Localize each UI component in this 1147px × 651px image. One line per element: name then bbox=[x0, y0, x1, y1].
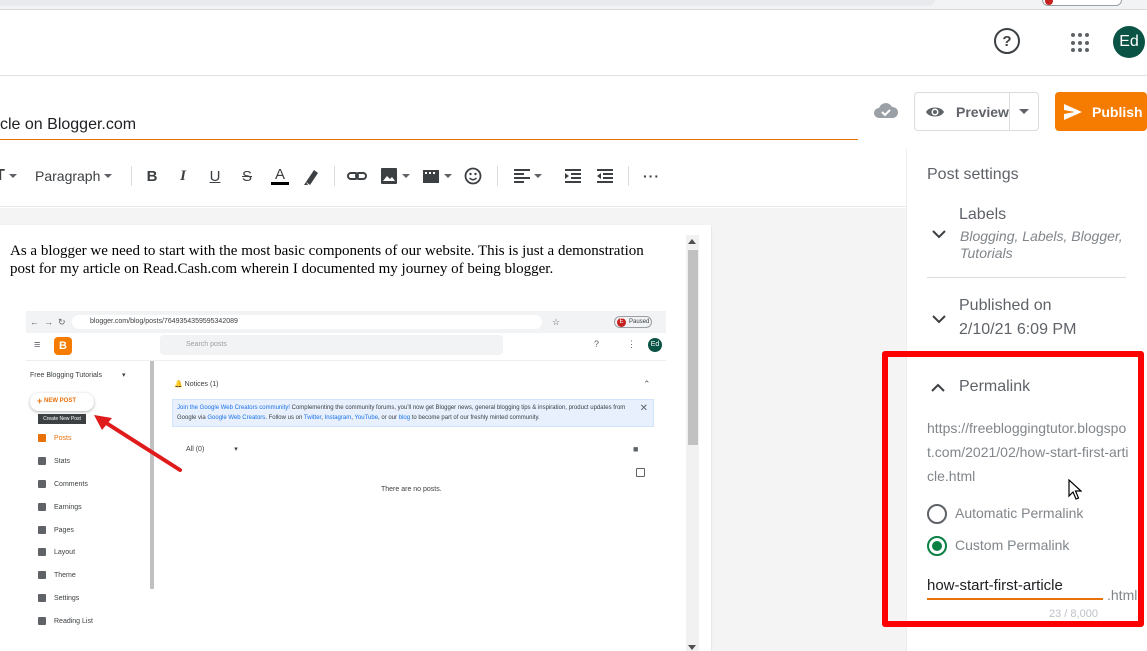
mini-tooltip: Create New Post bbox=[38, 414, 86, 424]
chevron-down-icon bbox=[534, 174, 542, 178]
mini-blog-selector: Free Blogging Tutorials ▾ bbox=[30, 372, 126, 379]
mini-filter-dropdown: All (0) ▾ bbox=[186, 446, 238, 453]
mini-browser-bar: ← → ↻ blogger.com/blog/posts/76493543595… bbox=[26, 311, 666, 333]
mini-apps-icon: ⋮ bbox=[627, 339, 636, 349]
emoji-icon[interactable] bbox=[464, 163, 482, 189]
chevron-down-icon bbox=[444, 174, 452, 178]
mini-empty-message: There are no posts. bbox=[381, 486, 442, 493]
preview-button[interactable]: Preview bbox=[914, 92, 1010, 131]
app-header: ? Ed bbox=[0, 10, 1147, 76]
video-insert-button[interactable] bbox=[422, 163, 452, 189]
toolbar-divider bbox=[334, 166, 335, 186]
section-divider bbox=[927, 277, 1126, 278]
extension-dot bbox=[1045, 0, 1053, 5]
preview-label: Preview bbox=[956, 103, 1009, 120]
send-icon bbox=[1064, 103, 1082, 120]
mini-help-icon: ? bbox=[594, 339, 600, 349]
text-color-icon[interactable]: A bbox=[270, 163, 290, 189]
mini-select-checkbox bbox=[636, 468, 645, 477]
mini-sidebar-comments: Comments bbox=[38, 480, 88, 488]
mini-address-bar: blogger.com/blog/posts/76493543595953420… bbox=[72, 315, 542, 329]
mini-close-icon: ✕ bbox=[639, 403, 648, 414]
italic-icon[interactable]: I bbox=[176, 163, 190, 189]
highlight-icon[interactable] bbox=[303, 163, 321, 189]
mini-back-icon: ← bbox=[30, 317, 39, 327]
post-body-paragraph[interactable]: As a blogger we need to start with the m… bbox=[10, 242, 670, 278]
mini-sidebar-posts: Posts bbox=[38, 434, 72, 442]
publish-label: Publish bbox=[1092, 103, 1143, 120]
formatting-toolbar bbox=[0, 149, 906, 207]
video-icon bbox=[423, 170, 439, 183]
chevron-down-icon[interactable] bbox=[932, 229, 946, 239]
underline-icon[interactable]: U bbox=[207, 163, 223, 189]
paragraph-label: Paragraph bbox=[35, 168, 101, 184]
cloud-saved-icon bbox=[874, 103, 899, 118]
mini-avatar: Ed bbox=[648, 338, 662, 352]
mini-reload-icon: ↻ bbox=[58, 317, 66, 327]
help-icon[interactable]: ? bbox=[994, 28, 1020, 54]
align-left-icon bbox=[514, 169, 530, 183]
published-on-heading[interactable]: Published on bbox=[959, 297, 1052, 315]
image-insert-button[interactable] bbox=[380, 163, 410, 189]
preview-dropdown-button[interactable] bbox=[1009, 92, 1039, 131]
mini-menu-icon: ≡ bbox=[34, 339, 41, 351]
outdent-icon[interactable] bbox=[597, 163, 613, 189]
post-settings-title: Post settings bbox=[927, 166, 1019, 183]
align-dropdown[interactable] bbox=[514, 163, 542, 189]
mini-sidebar-reading-list: Reading List bbox=[38, 617, 93, 625]
text-size-icon[interactable]: T bbox=[0, 163, 17, 189]
mini-forward-icon: → bbox=[44, 317, 53, 327]
bold-icon[interactable]: B bbox=[145, 163, 159, 189]
labels-heading[interactable]: Labels bbox=[959, 206, 1006, 224]
toolbar-divider bbox=[497, 166, 498, 186]
toolbar-divider bbox=[628, 166, 629, 186]
mini-sidebar-layout: Layout bbox=[38, 548, 75, 556]
more-options-icon[interactable]: ··· bbox=[643, 163, 660, 189]
mouse-pointer-icon bbox=[1068, 479, 1082, 500]
toolbar-divider bbox=[131, 166, 132, 186]
profile-extension-chip[interactable] bbox=[1042, 0, 1122, 6]
image-icon bbox=[381, 168, 397, 184]
mini-profile-avatar: E bbox=[617, 318, 626, 327]
account-avatar[interactable]: Ed bbox=[1113, 26, 1145, 58]
mini-sidebar-stats: Stats bbox=[38, 457, 70, 465]
mini-notice-banner: Join the Google Web Creators community! … bbox=[172, 399, 654, 427]
browser-strip bbox=[0, 0, 1147, 10]
labels-value: Blogging, Labels, Blogger, Tutorials bbox=[960, 228, 1123, 261]
post-title-input[interactable]: cle on Blogger.com bbox=[0, 112, 858, 140]
mini-sidebar-pages: Pages bbox=[38, 526, 74, 534]
mini-notices-heading: 🔔 Notices (1) bbox=[174, 381, 219, 388]
indent-icon[interactable] bbox=[565, 163, 581, 189]
scroll-down-arrow-icon[interactable] bbox=[688, 643, 696, 651]
paragraph-style-dropdown[interactable]: Paragraph bbox=[35, 163, 113, 189]
mini-sidebar-earnings: Earnings bbox=[38, 503, 82, 511]
eye-icon bbox=[926, 107, 944, 116]
red-arrow-annotation bbox=[94, 415, 182, 472]
editor-scrollbar-thumb[interactable] bbox=[688, 250, 698, 445]
mini-star-icon: ☆ bbox=[552, 317, 561, 327]
chevron-down-icon[interactable] bbox=[932, 314, 946, 324]
mini-paused-label: Paused bbox=[629, 319, 650, 325]
scroll-up-arrow-icon[interactable] bbox=[688, 238, 696, 246]
address-bar-edge[interactable] bbox=[0, 0, 935, 6]
mini-collapse-icon: ⌃ bbox=[643, 379, 651, 389]
chevron-down-icon bbox=[402, 174, 410, 178]
published-on-value: 2/10/21 6:09 PM bbox=[959, 321, 1077, 338]
link-icon[interactable] bbox=[347, 163, 367, 189]
publish-button[interactable]: Publish bbox=[1055, 92, 1147, 131]
red-highlight-box bbox=[882, 351, 1144, 627]
apps-grid-icon[interactable] bbox=[1071, 33, 1091, 53]
mini-label-icon: ■ bbox=[633, 444, 639, 454]
mini-sidebar-settings: Settings bbox=[38, 594, 79, 602]
blogger-logo: B bbox=[54, 337, 72, 355]
mini-search-box: Search posts bbox=[160, 335, 503, 355]
chevron-down-icon bbox=[104, 174, 113, 178]
mini-sidebar-theme: Theme bbox=[38, 571, 76, 579]
mini-profile-chip: E Paused bbox=[614, 316, 652, 328]
chevron-down-icon bbox=[1019, 109, 1029, 114]
mini-new-post-button: + NEW POST bbox=[30, 393, 94, 411]
strikethrough-icon[interactable]: S bbox=[239, 163, 255, 189]
